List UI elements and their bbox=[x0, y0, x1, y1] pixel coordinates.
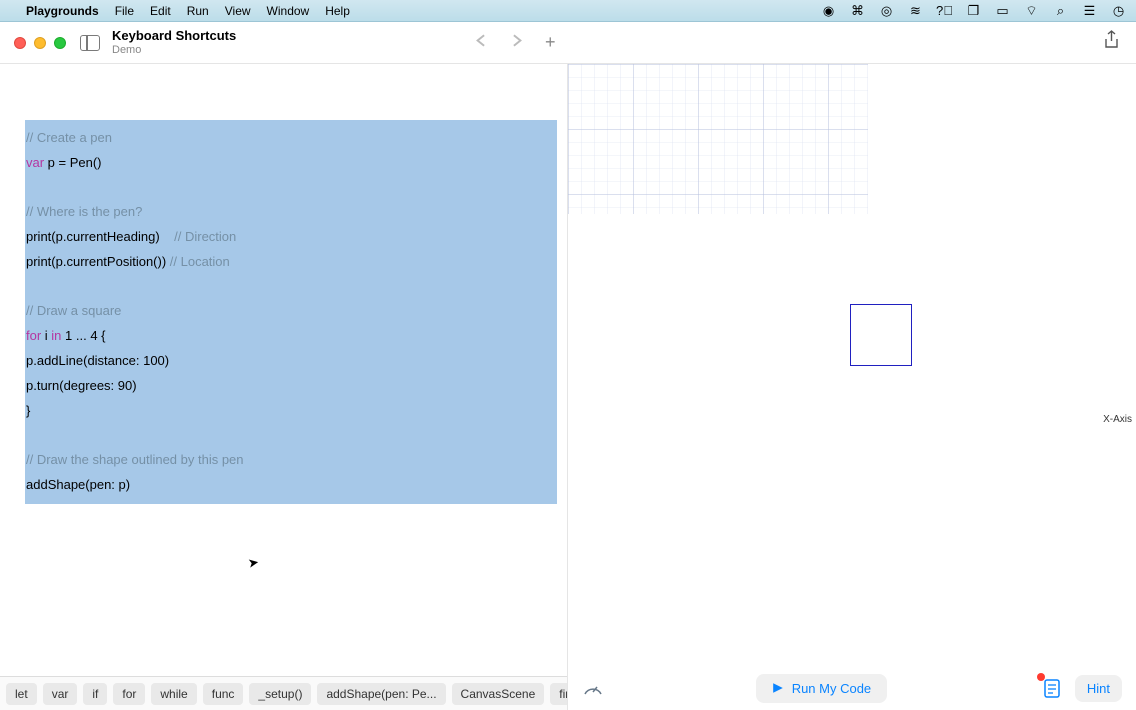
close-button[interactable] bbox=[14, 37, 26, 49]
code-editor[interactable]: // Create a pen var p = Pen() // Where i… bbox=[0, 64, 567, 676]
code-line: // Create a pen bbox=[26, 130, 112, 145]
document-title: Keyboard Shortcuts Demo bbox=[112, 29, 236, 55]
snippet-if[interactable]: if bbox=[83, 683, 107, 705]
menu-app[interactable]: Playgrounds bbox=[26, 4, 99, 18]
code-keyword: for bbox=[26, 328, 41, 343]
code-text: addShape(pen: p) bbox=[26, 477, 130, 492]
code-text: p.addLine(distance: 100) bbox=[26, 353, 169, 368]
hint-button[interactable]: Hint bbox=[1075, 675, 1122, 702]
status-control-icon[interactable]: ☰ bbox=[1082, 3, 1097, 18]
traffic-lights bbox=[14, 37, 66, 49]
status-clock-icon[interactable]: ◷ bbox=[1111, 3, 1126, 18]
canvas-grid bbox=[568, 64, 868, 214]
status-search-icon[interactable]: ⌕ bbox=[1053, 3, 1068, 18]
title-text: Keyboard Shortcuts bbox=[112, 29, 236, 43]
status-record-icon[interactable]: ◉ bbox=[821, 3, 836, 18]
mouse-cursor-icon: ➤ bbox=[247, 554, 261, 572]
macos-menubar: Playgrounds File Edit Run View Window He… bbox=[0, 0, 1136, 22]
snippet-let[interactable]: let bbox=[6, 683, 37, 705]
code-comment: // Location bbox=[170, 254, 230, 269]
snippet-func[interactable]: func bbox=[203, 683, 244, 705]
menu-view[interactable]: View bbox=[225, 4, 251, 18]
x-axis-label: X-Axis bbox=[1103, 414, 1132, 425]
menu-edit[interactable]: Edit bbox=[150, 4, 171, 18]
snippet-var[interactable]: var bbox=[43, 683, 78, 705]
code-line: // Draw a square bbox=[26, 303, 121, 318]
share-icon[interactable] bbox=[1103, 30, 1120, 55]
window-toolbar: Keyboard Shortcuts Demo + bbox=[0, 22, 1136, 64]
code-text: } bbox=[26, 403, 30, 418]
menu-file[interactable]: File bbox=[115, 4, 134, 18]
code-text: print(p.currentHeading) bbox=[26, 229, 174, 244]
status-help-icon[interactable]: ?⃝ bbox=[937, 3, 952, 18]
snippet-canvasscene[interactable]: CanvasScene bbox=[452, 683, 545, 705]
run-label: Run My Code bbox=[792, 681, 871, 696]
code-text: p = Pen() bbox=[44, 155, 101, 170]
code-keyword: in bbox=[51, 328, 61, 343]
code-line: // Draw the shape outlined by this pen bbox=[26, 452, 244, 467]
snippet-for[interactable]: for bbox=[113, 683, 145, 705]
nav-back-icon[interactable] bbox=[475, 34, 488, 52]
minimize-button[interactable] bbox=[34, 37, 46, 49]
nav-forward-icon[interactable] bbox=[510, 34, 523, 52]
snippet-while[interactable]: while bbox=[151, 683, 196, 705]
add-button[interactable]: + bbox=[545, 32, 556, 53]
speed-icon[interactable] bbox=[582, 677, 604, 699]
notification-dot-icon bbox=[1037, 673, 1045, 681]
subtitle-text: Demo bbox=[112, 44, 236, 56]
status-display-icon[interactable]: ❐ bbox=[966, 3, 981, 18]
code-line: // Where is the pen? bbox=[26, 204, 142, 219]
sidebar-toggle-icon[interactable] bbox=[80, 35, 100, 51]
live-view-toolbar: Run My Code Hint bbox=[568, 666, 1136, 710]
code-text: 1 ... 4 { bbox=[61, 328, 105, 343]
drawn-square bbox=[850, 304, 912, 366]
live-view-pane: X-Axis Run My Code Hint bbox=[567, 64, 1136, 710]
zoom-button[interactable] bbox=[54, 37, 66, 49]
menu-run[interactable]: Run bbox=[187, 4, 209, 18]
snippet-findu[interactable]: findU bbox=[550, 683, 567, 705]
code-text: print(p.currentPosition()) bbox=[26, 254, 170, 269]
menu-help[interactable]: Help bbox=[325, 4, 350, 18]
results-icon[interactable] bbox=[1039, 675, 1065, 701]
snippet-setup[interactable]: _setup() bbox=[249, 683, 311, 705]
status-wave-icon[interactable]: ≋ bbox=[908, 3, 923, 18]
status-circle-icon[interactable]: ◎ bbox=[879, 3, 894, 18]
code-text: i bbox=[41, 328, 51, 343]
snippet-addshape[interactable]: addShape(pen: Pe... bbox=[317, 683, 445, 705]
code-comment: // Direction bbox=[174, 229, 236, 244]
snippet-bar: let var if for while func _setup() addSh… bbox=[0, 676, 567, 710]
status-wifi-icon[interactable]: ⌔ bbox=[1024, 3, 1039, 18]
status-keyboard-icon[interactable]: ⌘ bbox=[850, 3, 865, 18]
run-my-code-button[interactable]: Run My Code bbox=[756, 674, 887, 703]
status-battery-icon[interactable]: ▭ bbox=[995, 3, 1010, 18]
menu-window[interactable]: Window bbox=[267, 4, 310, 18]
code-keyword: var bbox=[26, 155, 44, 170]
code-editor-pane: // Create a pen var p = Pen() // Where i… bbox=[0, 64, 567, 710]
code-text: p.turn(degrees: 90) bbox=[26, 378, 137, 393]
